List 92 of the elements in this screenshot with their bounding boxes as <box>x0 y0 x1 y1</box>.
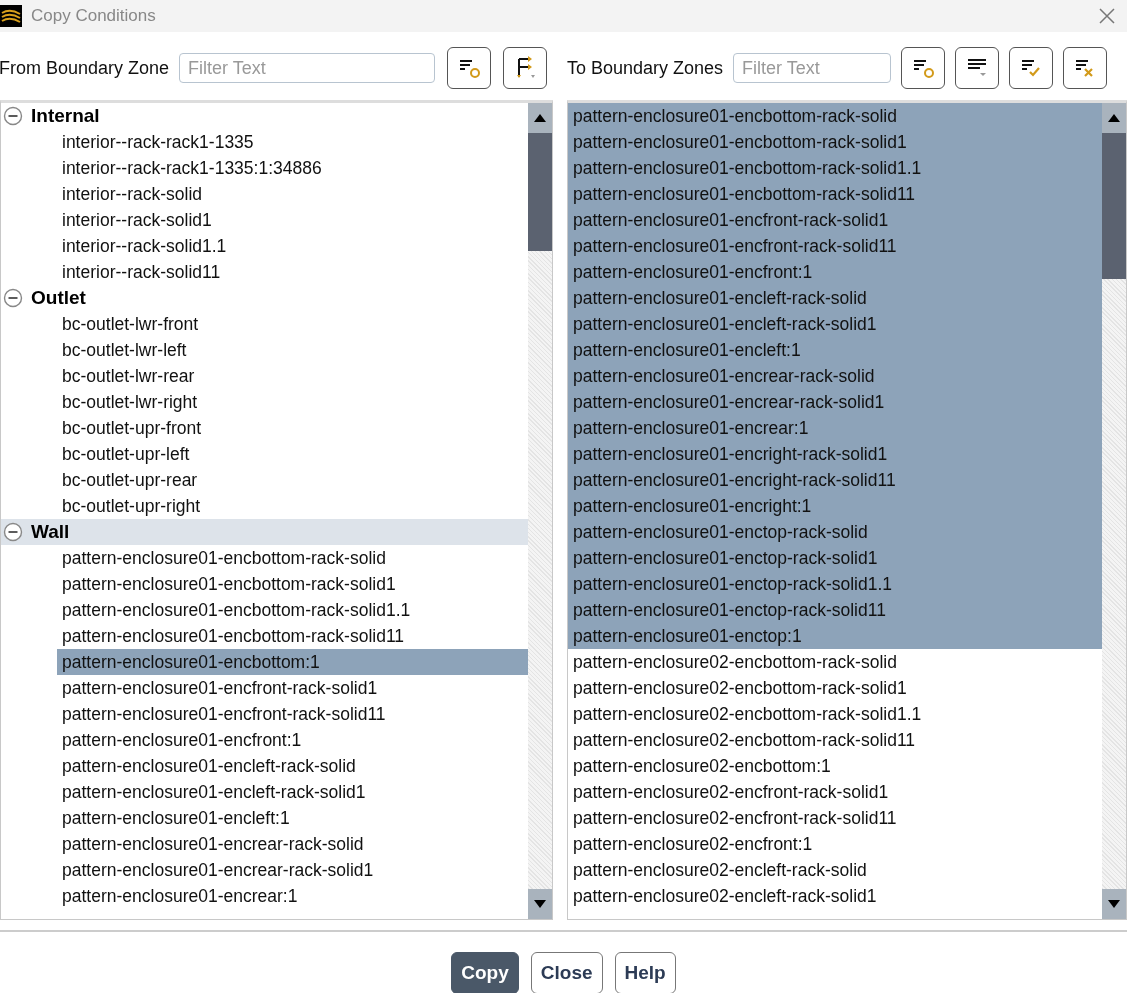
tree-item[interactable]: pattern-enclosure01-encbottom-rack-solid1.1 <box>57 597 528 623</box>
tree-item[interactable]: bc-outlet-lwr-rear <box>57 363 528 389</box>
tree-item[interactable]: bc-outlet-lwr-right <box>57 389 528 415</box>
field-label: From Boundary Zone <box>0 57 170 79</box>
list-item[interactable]: pattern-enclosure01-encleft-rack-solid <box>568 285 1102 311</box>
list-item[interactable]: pattern-enclosure01-encrear-rack-solid1 <box>568 389 1102 415</box>
list-item[interactable]: pattern-enclosure01-encleft:1 <box>568 337 1102 363</box>
tree-group-header[interactable]: Wall <box>1 519 528 545</box>
group-label: Wall <box>31 521 70 543</box>
list-item[interactable]: pattern-enclosure01-enctop:1 <box>568 623 1102 649</box>
tree-item[interactable]: interior--rack-solid <box>57 181 528 207</box>
tree-item[interactable]: bc-outlet-lwr-left <box>57 337 528 363</box>
tree-item[interactable]: pattern-enclosure01-encbottom:1 <box>57 649 528 675</box>
deselect-all-button[interactable] <box>1063 47 1108 89</box>
list-item[interactable]: pattern-enclosure02-encfront:1 <box>568 831 1102 857</box>
scroll-thumb[interactable] <box>1102 133 1126 279</box>
tree-item[interactable]: pattern-enclosure01-encrear-rack-solid1 <box>57 857 528 883</box>
list-item[interactable]: pattern-enclosure02-encbottom-rack-solid <box>568 649 1102 675</box>
scrollbar[interactable] <box>528 103 552 919</box>
tree-item[interactable]: bc-outlet-lwr-front <box>57 311 528 337</box>
tree-item[interactable]: pattern-enclosure01-encbottom-rack-solid11 <box>57 623 528 649</box>
list-item[interactable]: pattern-enclosure01-encfront-rack-solid11 <box>568 233 1102 259</box>
list-item[interactable]: pattern-enclosure01-encleft-rack-solid1 <box>568 311 1102 337</box>
list-item[interactable]: pattern-enclosure02-encbottom-rack-solid1 <box>568 675 1102 701</box>
list-item[interactable]: pattern-enclosure02-encleft-rack-solid <box>568 857 1102 883</box>
list-item[interactable]: pattern-enclosure01-encfront:1 <box>568 259 1102 285</box>
list-item[interactable]: pattern-enclosure01-encbottom-rack-solid1.1 <box>568 155 1102 181</box>
tree-item[interactable]: pattern-enclosure01-encfront-rack-solid1 <box>57 675 528 701</box>
tree-item[interactable]: pattern-enclosure01-encleft-rack-solid1 <box>57 779 528 805</box>
tree-group-header[interactable]: Internal <box>1 103 528 129</box>
collapse-icon[interactable] <box>3 106 23 126</box>
list-item[interactable]: pattern-enclosure01-enctop-rack-solid <box>568 519 1102 545</box>
list-item[interactable]: pattern-enclosure01-encbottom-rack-solid1 <box>568 129 1102 155</box>
tree-group-header[interactable]: Outlet <box>1 285 528 311</box>
tree-item[interactable]: interior--rack-solid1 <box>57 207 528 233</box>
scroll-thumb[interactable] <box>528 133 552 251</box>
select-all-button[interactable] <box>1009 47 1054 89</box>
scrollbar[interactable] <box>1102 103 1126 919</box>
list-item[interactable]: pattern-enclosure01-encbottom-rack-solid <box>568 103 1102 129</box>
list-item[interactable]: pattern-enclosure01-encbottom-rack-solid11 <box>568 181 1102 207</box>
scroll-down-icon[interactable] <box>1102 889 1126 919</box>
list-item[interactable]: pattern-enclosure01-encrear-rack-solid <box>568 363 1102 389</box>
list-item[interactable]: pattern-enclosure01-encright:1 <box>568 493 1102 519</box>
list-dropdown-button[interactable] <box>955 47 1000 89</box>
filter-field[interactable]: Filter Text <box>733 53 892 83</box>
scroll-up-icon[interactable] <box>528 103 552 133</box>
app-logo-icon <box>0 5 22 27</box>
field-label: To Boundary Zones <box>567 57 724 79</box>
tree-item[interactable]: bc-outlet-upr-right <box>57 493 528 519</box>
collapse-icon[interactable] <box>3 522 23 542</box>
tree-item[interactable]: pattern-enclosure01-encleft:1 <box>57 805 528 831</box>
list-item[interactable]: pattern-enclosure01-encright-rack-solid1 <box>568 441 1102 467</box>
scroll-up-icon[interactable] <box>1102 103 1126 133</box>
tree-item[interactable]: pattern-enclosure01-encrear-rack-solid <box>57 831 528 857</box>
list-item[interactable]: pattern-enclosure01-encright-rack-solid11 <box>568 467 1102 493</box>
group-label: Outlet <box>31 287 86 309</box>
list-item[interactable]: pattern-enclosure02-encfront-rack-solid11 <box>568 805 1102 831</box>
list-item[interactable]: pattern-enclosure01-enctop-rack-solid1 <box>568 545 1102 571</box>
sort-arrows-button[interactable] <box>503 47 548 89</box>
list-item[interactable]: pattern-enclosure02-encleft-rack-solid1 <box>568 883 1102 909</box>
tree-item[interactable]: interior--rack-rack1-1335:1:34886 <box>57 155 528 181</box>
list-item[interactable]: pattern-enclosure01-enctop-rack-solid11 <box>568 597 1102 623</box>
tree-item[interactable]: interior--rack-solid11 <box>57 259 528 285</box>
tree-item[interactable]: pattern-enclosure01-encrear:1 <box>57 883 528 909</box>
tree-item[interactable]: bc-outlet-upr-front <box>57 415 528 441</box>
dialog-button[interactable]: Close <box>530 952 603 993</box>
scroll-down-icon[interactable] <box>528 889 552 919</box>
tree-item[interactable]: pattern-enclosure01-encbottom-rack-solid <box>57 545 528 571</box>
list-item[interactable]: pattern-enclosure02-encbottom-rack-solid11 <box>568 727 1102 753</box>
group-label: Internal <box>31 105 100 127</box>
filter-circle-button[interactable] <box>901 47 946 89</box>
list-item[interactable]: pattern-enclosure02-encfront-rack-solid1 <box>568 779 1102 805</box>
dialog-button[interactable]: Help <box>614 952 676 993</box>
tree-item[interactable]: pattern-enclosure01-encfront:1 <box>57 727 528 753</box>
filter-field[interactable]: Filter Text <box>179 53 436 83</box>
tree-item[interactable]: bc-outlet-upr-rear <box>57 467 528 493</box>
tree-item[interactable]: bc-outlet-upr-left <box>57 441 528 467</box>
list-item[interactable]: pattern-enclosure02-encbottom-rack-solid1.1 <box>568 701 1102 727</box>
tree-item[interactable]: pattern-enclosure01-encfront-rack-solid11 <box>57 701 528 727</box>
collapse-icon[interactable] <box>3 288 23 308</box>
close-icon[interactable] <box>1099 8 1115 24</box>
window-title: Copy Conditions <box>31 6 156 26</box>
dialog-button[interactable]: Copy <box>451 952 519 993</box>
list-item[interactable]: pattern-enclosure01-enctop-rack-solid1.1 <box>568 571 1102 597</box>
list-item[interactable]: pattern-enclosure02-encbottom:1 <box>568 753 1102 779</box>
filter-circle-button[interactable] <box>447 47 492 89</box>
tree-item[interactable]: pattern-enclosure01-encbottom-rack-solid1 <box>57 571 528 597</box>
list-item[interactable]: pattern-enclosure01-encrear:1 <box>568 415 1102 441</box>
tree-item[interactable]: interior--rack-solid1.1 <box>57 233 528 259</box>
tree-item[interactable]: pattern-enclosure01-encleft-rack-solid <box>57 753 528 779</box>
list-item[interactable]: pattern-enclosure01-encfront-rack-solid1 <box>568 207 1102 233</box>
tree-item[interactable]: interior--rack-rack1-1335 <box>57 129 528 155</box>
